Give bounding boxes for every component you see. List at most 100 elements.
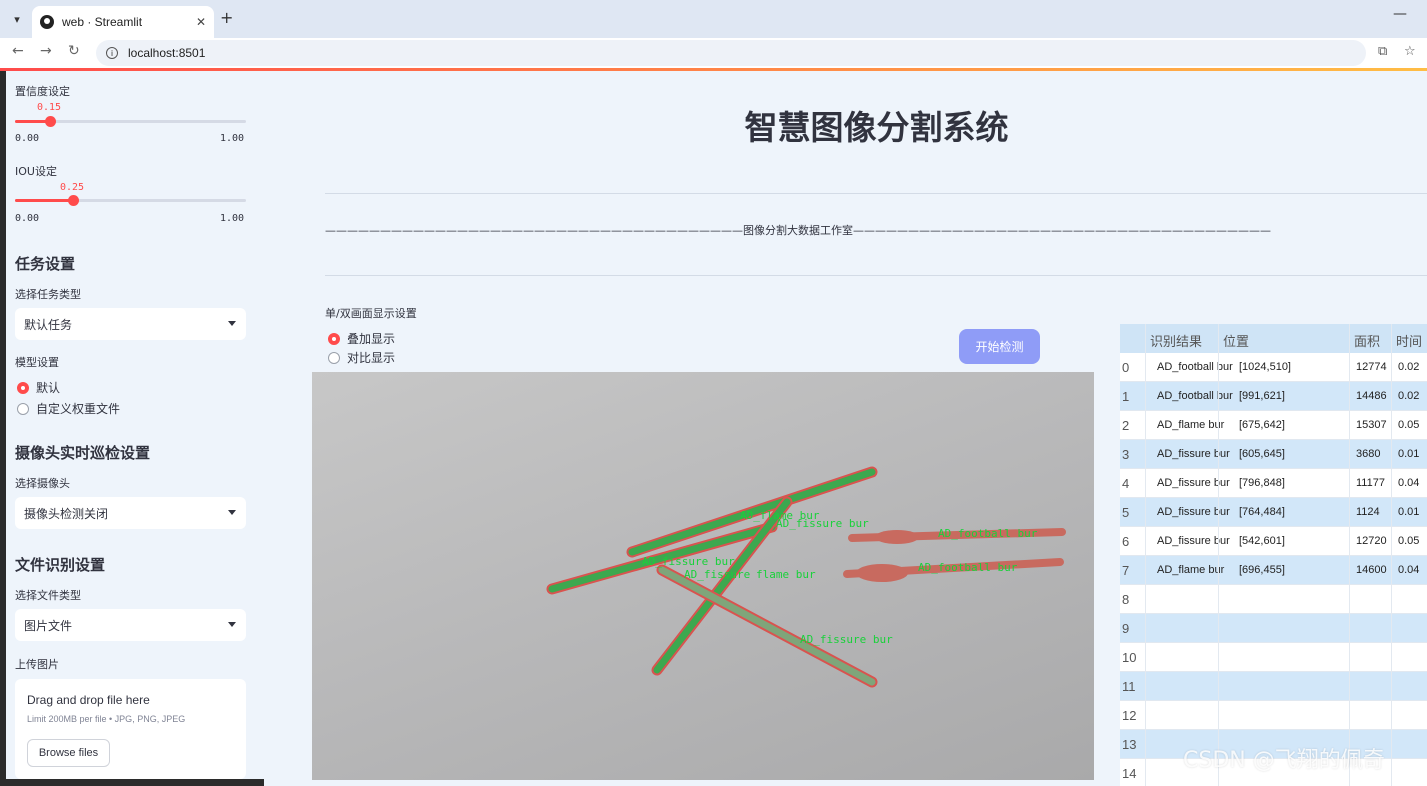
streamlit-favicon-icon [40, 15, 54, 29]
address-bar[interactable]: i localhost:8501 [96, 40, 1366, 66]
cell-position: [542,601] [1239, 535, 1285, 547]
reload-icon[interactable]: ↻ [68, 43, 80, 59]
sidebar: 置信度设定 0.15 0.00 1.00 IOU设定 0.25 0.00 1.0… [6, 71, 264, 779]
cell-time: 0.05 [1398, 419, 1420, 431]
camera-value: 摄像头检测关闭 [24, 506, 109, 521]
iou-slider-thumb[interactable] [67, 195, 79, 206]
forward-icon[interactable]: → [40, 43, 52, 59]
tab-search-icon[interactable]: ▾ [6, 8, 28, 30]
header-position: 位置 [1223, 334, 1250, 349]
header-result: 识别结果 [1150, 334, 1203, 349]
task-type-value: 默认任务 [24, 317, 73, 332]
cell-position: [605,645] [1239, 448, 1285, 460]
table-row[interactable]: 4 AD_fissure bur [796,848] 11177 0.04 [1120, 469, 1427, 498]
translate-icon[interactable]: ⧉ [1378, 44, 1387, 59]
bur-head-mask [875, 530, 919, 544]
back-icon[interactable]: ← [12, 43, 24, 59]
radio-unselected-icon[interactable] [17, 402, 29, 415]
row-index: 11 [1122, 679, 1136, 694]
table-row[interactable]: 10 [1120, 643, 1427, 672]
cell-area: 12720 [1356, 535, 1387, 547]
detection-label: AD_fissure [684, 568, 750, 581]
table-row[interactable]: 1 AD_football bur [991,621] 14486 0.02 [1120, 382, 1427, 411]
chevron-down-icon [228, 510, 236, 515]
confidence-slider[interactable] [15, 116, 246, 127]
file-type-label: 选择文件类型 [15, 589, 81, 602]
row-index: 9 [1122, 621, 1130, 636]
dropzone-title: Drag and drop file here [27, 693, 150, 707]
cell-result: AD_flame bur [1157, 419, 1225, 431]
task-type-select[interactable]: 默认任务 [15, 308, 246, 340]
row-index: 3 [1122, 447, 1130, 462]
file-type-value: 图片文件 [24, 618, 73, 633]
column-divider [1218, 324, 1219, 786]
confidence-max: 1.00 [220, 133, 245, 144]
row-index: 13 [1122, 737, 1137, 752]
table-row[interactable]: 6 AD_fissure bur [542,601] 12720 0.05 [1120, 527, 1427, 556]
bookmark-star-icon[interactable]: ☆ [1404, 44, 1416, 59]
row-index: 7 [1122, 563, 1130, 578]
confidence-value: 0.15 [37, 102, 62, 113]
mode-compare-label: 对比显示 [347, 351, 396, 365]
tab-close-icon[interactable]: ✕ [196, 15, 206, 29]
detection-label: flame bur [756, 568, 816, 581]
row-index: 12 [1122, 708, 1137, 723]
model-radio-default[interactable]: 默认 [17, 379, 60, 396]
site-info-icon[interactable]: i [106, 47, 118, 59]
table-row[interactable]: 3 AD_fissure bur [605,645] 3680 0.01 [1120, 440, 1427, 469]
table-row[interactable]: 2 AD_flame bur [675,642] 15307 0.05 [1120, 411, 1427, 440]
table-row[interactable]: 9 [1120, 614, 1427, 643]
cell-position: [796,848] [1239, 477, 1285, 489]
cell-area: 14600 [1356, 564, 1387, 576]
row-index: 5 [1122, 505, 1130, 520]
cell-area: 3680 [1356, 448, 1381, 460]
radio-selected-icon[interactable] [328, 332, 340, 345]
iou-slider[interactable] [15, 195, 246, 206]
model-settings-label: 模型设置 [15, 356, 59, 369]
file-type-select[interactable]: 图片文件 [15, 609, 246, 641]
camera-settings-heading: 摄像头实时巡检设置 [15, 444, 151, 462]
radio-unselected-icon[interactable] [328, 351, 340, 364]
results-table[interactable]: 识别结果 位置 面积 时间 0 AD_football bur [1024,510]… [1120, 324, 1427, 786]
browser-toolbar: ← → ↻ i localhost:8501 ⧉ ☆ [0, 38, 1427, 68]
table-row[interactable]: 12 [1120, 701, 1427, 730]
camera-select[interactable]: 摄像头检测关闭 [15, 497, 246, 529]
iou-slider-fill [15, 199, 73, 202]
detection-label: AD_football bur [918, 561, 1018, 574]
upload-label: 上传图片 [15, 658, 59, 671]
cell-area: 12774 [1356, 361, 1387, 373]
cell-time: 0.05 [1398, 535, 1420, 547]
table-row[interactable]: 0 AD_football bur [1024,510] 12774 0.02 [1120, 353, 1427, 382]
mode-overlay-label: 叠加显示 [347, 332, 396, 346]
start-detection-button[interactable]: 开始检测 [959, 329, 1040, 364]
model-radio-custom[interactable]: 自定义权重文件 [17, 400, 120, 417]
window-minimize-icon[interactable]: — [1393, 6, 1407, 22]
detection-label: AD_fissure bur [776, 517, 869, 530]
divider [325, 275, 1427, 276]
model-radio-default-label: 默认 [36, 381, 61, 395]
task-type-label: 选择任务类型 [15, 288, 81, 301]
table-row[interactable]: 7 AD_flame bur [696,455] 14600 0.04 [1120, 556, 1427, 585]
browser-tab[interactable]: web · Streamlit ✕ [32, 6, 214, 38]
row-index: 10 [1122, 650, 1137, 665]
segmentation-overlay: AD_flame bur AD_fissure bur AD_football … [546, 466, 1066, 688]
table-row[interactable]: 5 AD_fissure bur [764,484] 1124 0.01 [1120, 498, 1427, 527]
column-divider [1391, 324, 1392, 786]
cell-position: [1024,510] [1239, 361, 1291, 373]
radio-selected-icon[interactable] [17, 381, 29, 394]
confidence-min: 0.00 [15, 133, 40, 144]
confidence-slider-thumb[interactable] [44, 116, 56, 127]
table-row[interactable]: 11 [1120, 672, 1427, 701]
mode-radio-overlay[interactable]: 叠加显示 [328, 330, 395, 347]
file-dropzone[interactable]: Drag and drop file here Limit 200MB per … [15, 679, 246, 779]
tab-title: web · Streamlit [62, 15, 143, 29]
browse-files-button[interactable]: Browse files [27, 739, 110, 767]
table-header: 识别结果 位置 面积 时间 [1120, 324, 1427, 353]
new-tab-icon[interactable]: + [220, 8, 233, 27]
cell-position: [675,642] [1239, 419, 1285, 431]
mode-radio-compare[interactable]: 对比显示 [328, 349, 395, 366]
cell-result: AD_football bur [1157, 361, 1233, 373]
table-row[interactable]: 8 [1120, 585, 1427, 614]
column-divider [1349, 324, 1350, 786]
divider [325, 193, 1427, 194]
